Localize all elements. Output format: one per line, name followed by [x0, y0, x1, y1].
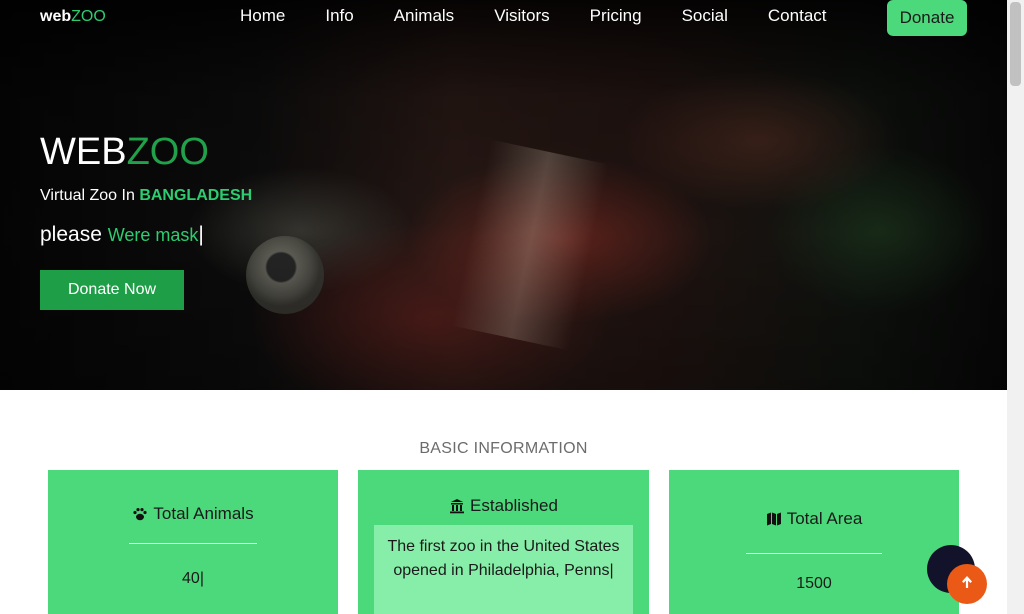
logo-web-text: web [37, 5, 72, 31]
typed-cursor: | [198, 223, 204, 246]
hero-subtitle: Virtual Zoo In BANGLADESH [40, 187, 252, 205]
site-logo[interactable]: web ZOO [37, 5, 106, 31]
hero-banner: web ZOO Home Info Animals Visitors Pricin… [0, 0, 1007, 390]
card-divider [746, 553, 882, 554]
card-value: 1500 [796, 575, 832, 592]
nav-link-social[interactable]: Social [662, 6, 748, 26]
card-title: Established [470, 496, 558, 515]
card-divider [129, 543, 257, 544]
hero-title-accent: ZOO [126, 131, 209, 173]
nav-links: Home Info Animals Visitors Pricing Socia… [220, 6, 847, 26]
card-title: Total Area [786, 509, 863, 528]
info-card-total-animals: Total Animals 40| [48, 470, 338, 614]
back-to-top-button[interactable] [947, 564, 987, 604]
paw-icon [132, 506, 148, 522]
nav-link-animals[interactable]: Animals [374, 6, 474, 26]
typed-text: Were mask [107, 225, 199, 245]
card-description: The first zoo in the United States opene… [374, 525, 633, 614]
arrow-up-icon [959, 574, 975, 594]
top-navigation: web ZOO Home Info Animals Visitors Pricin… [0, 0, 1007, 36]
scrollbar-thumb[interactable] [1010, 2, 1021, 86]
typed-prefix: please [40, 223, 108, 246]
donate-button[interactable]: Donate [887, 0, 967, 36]
hero-title-main: WEB [40, 131, 127, 173]
card-title: Total Animals [153, 504, 254, 523]
nav-link-contact[interactable]: Contact [748, 6, 847, 26]
info-card-established: Established The first zoo in the United … [358, 470, 649, 614]
hero-subtitle-country: BANGLADESH [139, 187, 253, 204]
building-icon [449, 498, 465, 514]
nav-link-pricing[interactable]: Pricing [570, 6, 662, 26]
section-title: BASIC INFORMATION [419, 440, 588, 457]
hero-subtitle-text: Virtual Zoo In [40, 187, 140, 204]
card-heading: Established [358, 496, 649, 516]
info-card-total-area: Total Area 1500 [669, 470, 959, 614]
card-heading: Total Animals [48, 504, 338, 524]
card-value: 40| [182, 570, 204, 587]
nav-link-info[interactable]: Info [305, 6, 373, 26]
donate-now-button[interactable]: Donate Now [40, 270, 184, 310]
nav-link-visitors[interactable]: Visitors [474, 6, 569, 26]
card-heading: Total Area [669, 509, 959, 529]
logo-zoo-text: ZOO [71, 8, 106, 25]
page-scrollbar[interactable] [1007, 0, 1024, 614]
nav-link-home[interactable]: Home [220, 6, 305, 26]
map-icon [766, 511, 782, 527]
hero-title: WEBZOO [40, 131, 209, 174]
hero-typed-line: please Were mask| [40, 223, 204, 247]
